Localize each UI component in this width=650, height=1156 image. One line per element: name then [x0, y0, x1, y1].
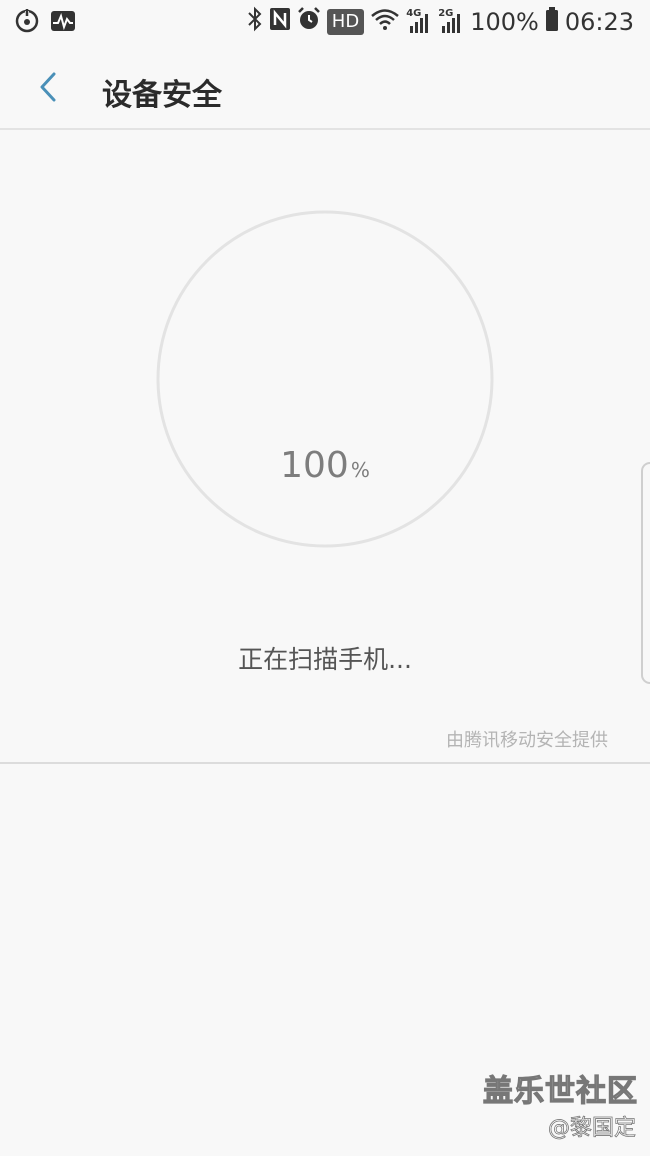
wifi-icon	[370, 7, 400, 37]
bluetooth-icon	[247, 6, 263, 38]
provider-note: 由腾讯移动安全提供	[446, 730, 608, 751]
app-bar: 设备安全	[0, 44, 650, 129]
status-bar: HD 4G 2G 100% 06:23	[0, 0, 650, 44]
status-right-icons: HD 4G 2G 100% 06:23	[247, 6, 634, 38]
watermark-author: @黎国定	[547, 1116, 637, 1142]
back-button[interactable]	[28, 66, 70, 108]
nfc-icon	[269, 7, 291, 37]
alarm-icon	[297, 7, 321, 37]
progress-value: 100%	[155, 445, 495, 486]
signal-2g-icon: 2G	[438, 8, 464, 34]
battery-icon	[545, 6, 559, 38]
progress-number: 100	[280, 445, 349, 486]
card-divider	[0, 762, 650, 764]
signal-4g-icon: 4G	[406, 8, 432, 34]
status-left-icons	[14, 8, 76, 38]
clock-time: 06:23	[564, 8, 634, 36]
edge-panel-handle[interactable]	[641, 462, 650, 684]
battery-percent: 100%	[470, 8, 539, 36]
sync-icon	[14, 8, 40, 38]
watermark-title: 盖乐世社区	[482, 1073, 638, 1109]
activity-icon	[50, 8, 76, 38]
hd-icon: HD	[326, 9, 365, 35]
scan-card: 100% 正在扫描手机... 由腾讯移动安全提供	[0, 130, 650, 762]
page-title: 设备安全	[102, 78, 222, 113]
scan-status-text: 正在扫描手机...	[238, 645, 412, 674]
progress-ring	[156, 210, 494, 548]
chevron-left-icon	[40, 72, 56, 102]
progress-unit: %	[350, 458, 370, 482]
